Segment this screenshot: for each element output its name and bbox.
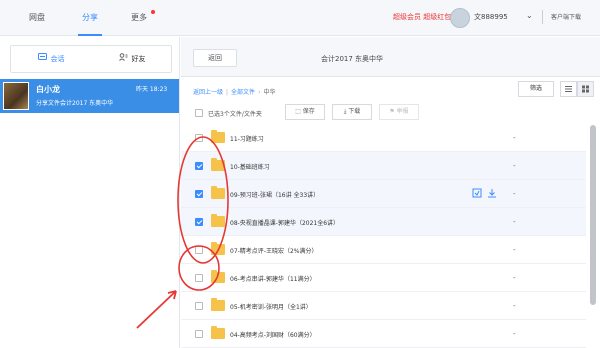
table-row[interactable]: 07-精考点评-王晓宏（2%满分） - <box>181 236 586 264</box>
tab-more[interactable]: 更多 <box>122 0 156 36</box>
friend-icon <box>118 46 128 72</box>
row-checkbox[interactable] <box>195 330 203 338</box>
session-item[interactable]: 白小龙 昨天 18:23 分享文件会计2017 东奥中华 <box>0 79 179 113</box>
file-name[interactable]: 04-高频考点-刘国财（60满分） <box>230 330 316 339</box>
grid-view-icon <box>582 85 589 93</box>
left-panel: 会话 好友 白小龙 昨天 18:23 分享文件会计2017 东奥中华 <box>0 37 180 348</box>
table-row[interactable]: 05-机考密训-张明月（全1讲） - <box>181 292 586 320</box>
download-label: 下载 <box>348 108 361 115</box>
tab-netdisk[interactable]: 网盘 <box>20 0 54 36</box>
file-name[interactable]: 06-考点串讲-郭建华（11满分） <box>230 274 316 283</box>
left-tabs: 会话 好友 <box>10 45 172 73</box>
download-row-icon[interactable] <box>487 188 497 198</box>
breadcrumb: 返回上一级 | 全部文件 › 中华 <box>193 89 276 96</box>
avatar[interactable] <box>450 8 470 28</box>
divider <box>542 10 543 24</box>
report-icon: ⚑ <box>389 108 397 115</box>
file-size: - <box>513 162 516 170</box>
session-avatar <box>3 82 29 110</box>
notification-dot <box>151 10 155 14</box>
chat-icon <box>37 46 47 72</box>
scrollbar[interactable] <box>590 125 596 305</box>
session-message: 分享文件会计2017 东奥中华 <box>36 100 114 107</box>
download-button[interactable]: ⤓ 下载 <box>332 104 372 120</box>
tab-sessions[interactable]: 会话 <box>11 46 91 72</box>
list-view-toggle[interactable] <box>560 81 577 97</box>
row-checkbox[interactable] <box>195 134 203 142</box>
vip-links[interactable]: 超级会员 超级红包 <box>393 12 451 22</box>
folder-icon <box>211 130 225 143</box>
table-row[interactable]: 11-习题练习 - <box>181 124 586 152</box>
breadcrumb-current: 中华 <box>263 89 276 96</box>
tab-sessions-label: 会话 <box>50 55 65 63</box>
row-checkbox[interactable] <box>195 274 203 282</box>
folder-icon <box>211 242 225 255</box>
file-size: - <box>513 218 516 226</box>
folder-icon <box>211 214 225 227</box>
file-size: - <box>513 274 516 282</box>
share-title: 会计2017 东奥中华 <box>321 55 384 63</box>
file-name[interactable]: 09-预习班-张珺（16讲 全33讲） <box>230 190 319 199</box>
list-view-icon <box>565 86 572 92</box>
select-all-checkbox[interactable] <box>195 109 203 117</box>
breadcrumb-up[interactable]: 返回上一级 <box>193 89 223 96</box>
top-nav-bar: 网盘 分享 更多 超级会员 超级红包 文888995 ⌄ 客户端下载 <box>0 0 600 36</box>
file-size: - <box>513 190 516 198</box>
table-row[interactable]: 09-预习班-张珺（16讲 全33讲） - <box>181 180 586 208</box>
table-row[interactable]: 08-央视直播晶课-郭建华（2021全6讲） - <box>181 208 586 236</box>
table-row[interactable]: 06-考点串讲-郭建华（11满分） - <box>181 264 586 292</box>
tab-friends-label: 好友 <box>131 55 146 63</box>
save-row-icon[interactable] <box>472 188 482 198</box>
grid-view-toggle[interactable] <box>577 81 594 97</box>
share-header: 返回 会计2017 东奥中华 <box>181 37 600 77</box>
file-size: - <box>513 134 516 142</box>
save-icon: ⬚ <box>295 108 303 115</box>
file-size: - <box>513 330 516 338</box>
chevron-down-icon[interactable]: ⌄ <box>526 11 533 20</box>
table-row[interactable]: 04-高频考点-刘国财（60满分） - <box>181 320 586 348</box>
folder-icon <box>211 186 225 199</box>
file-name[interactable]: 07-精考点评-王晓宏（2%满分） <box>230 246 317 255</box>
row-checkbox[interactable] <box>195 190 203 198</box>
session-title: 白小龙 <box>36 85 60 94</box>
row-checkbox[interactable] <box>195 302 203 310</box>
username[interactable]: 文888995 <box>474 12 508 22</box>
row-checkbox[interactable] <box>195 162 203 170</box>
tab-share[interactable]: 分享 <box>72 0 108 36</box>
file-name[interactable]: 11-习题练习 <box>230 134 264 143</box>
back-button[interactable]: 返回 <box>193 49 237 67</box>
session-time: 昨天 18:23 <box>136 86 168 93</box>
file-name[interactable]: 05-机考密训-张明月（全1讲） <box>230 302 312 311</box>
file-name[interactable]: 08-央视直播晶课-郭建华（2021全6讲） <box>230 218 339 227</box>
save-label: 保存 <box>302 108 315 115</box>
client-download-link[interactable]: 客户端下载 <box>551 12 581 21</box>
save-button[interactable]: ⬚ 保存 <box>285 104 325 120</box>
folder-icon <box>211 158 225 171</box>
row-checkbox[interactable] <box>195 246 203 254</box>
file-size: - <box>513 246 516 254</box>
filter-button[interactable]: 筛选 <box>518 81 554 97</box>
file-size: - <box>513 302 516 310</box>
folder-icon <box>211 326 225 339</box>
row-checkbox[interactable] <box>195 218 203 226</box>
breadcrumb-all[interactable]: 全部文件 <box>231 89 255 96</box>
file-name[interactable]: 10-基础班练习 <box>230 162 270 171</box>
tab-friends[interactable]: 好友 <box>92 46 172 72</box>
selection-count: 已选3个文件/文件夹 <box>208 111 262 118</box>
report-label: 举报 <box>396 108 409 115</box>
folder-icon <box>211 298 225 311</box>
report-button[interactable]: ⚑ 举报 <box>379 104 419 120</box>
folder-icon <box>211 270 225 283</box>
table-row[interactable]: 10-基础班练习 - <box>181 152 586 180</box>
right-panel: 返回 会计2017 东奥中华 返回上一级 | 全部文件 › 中华 筛选 已选3个文件/文… <box>181 37 600 348</box>
